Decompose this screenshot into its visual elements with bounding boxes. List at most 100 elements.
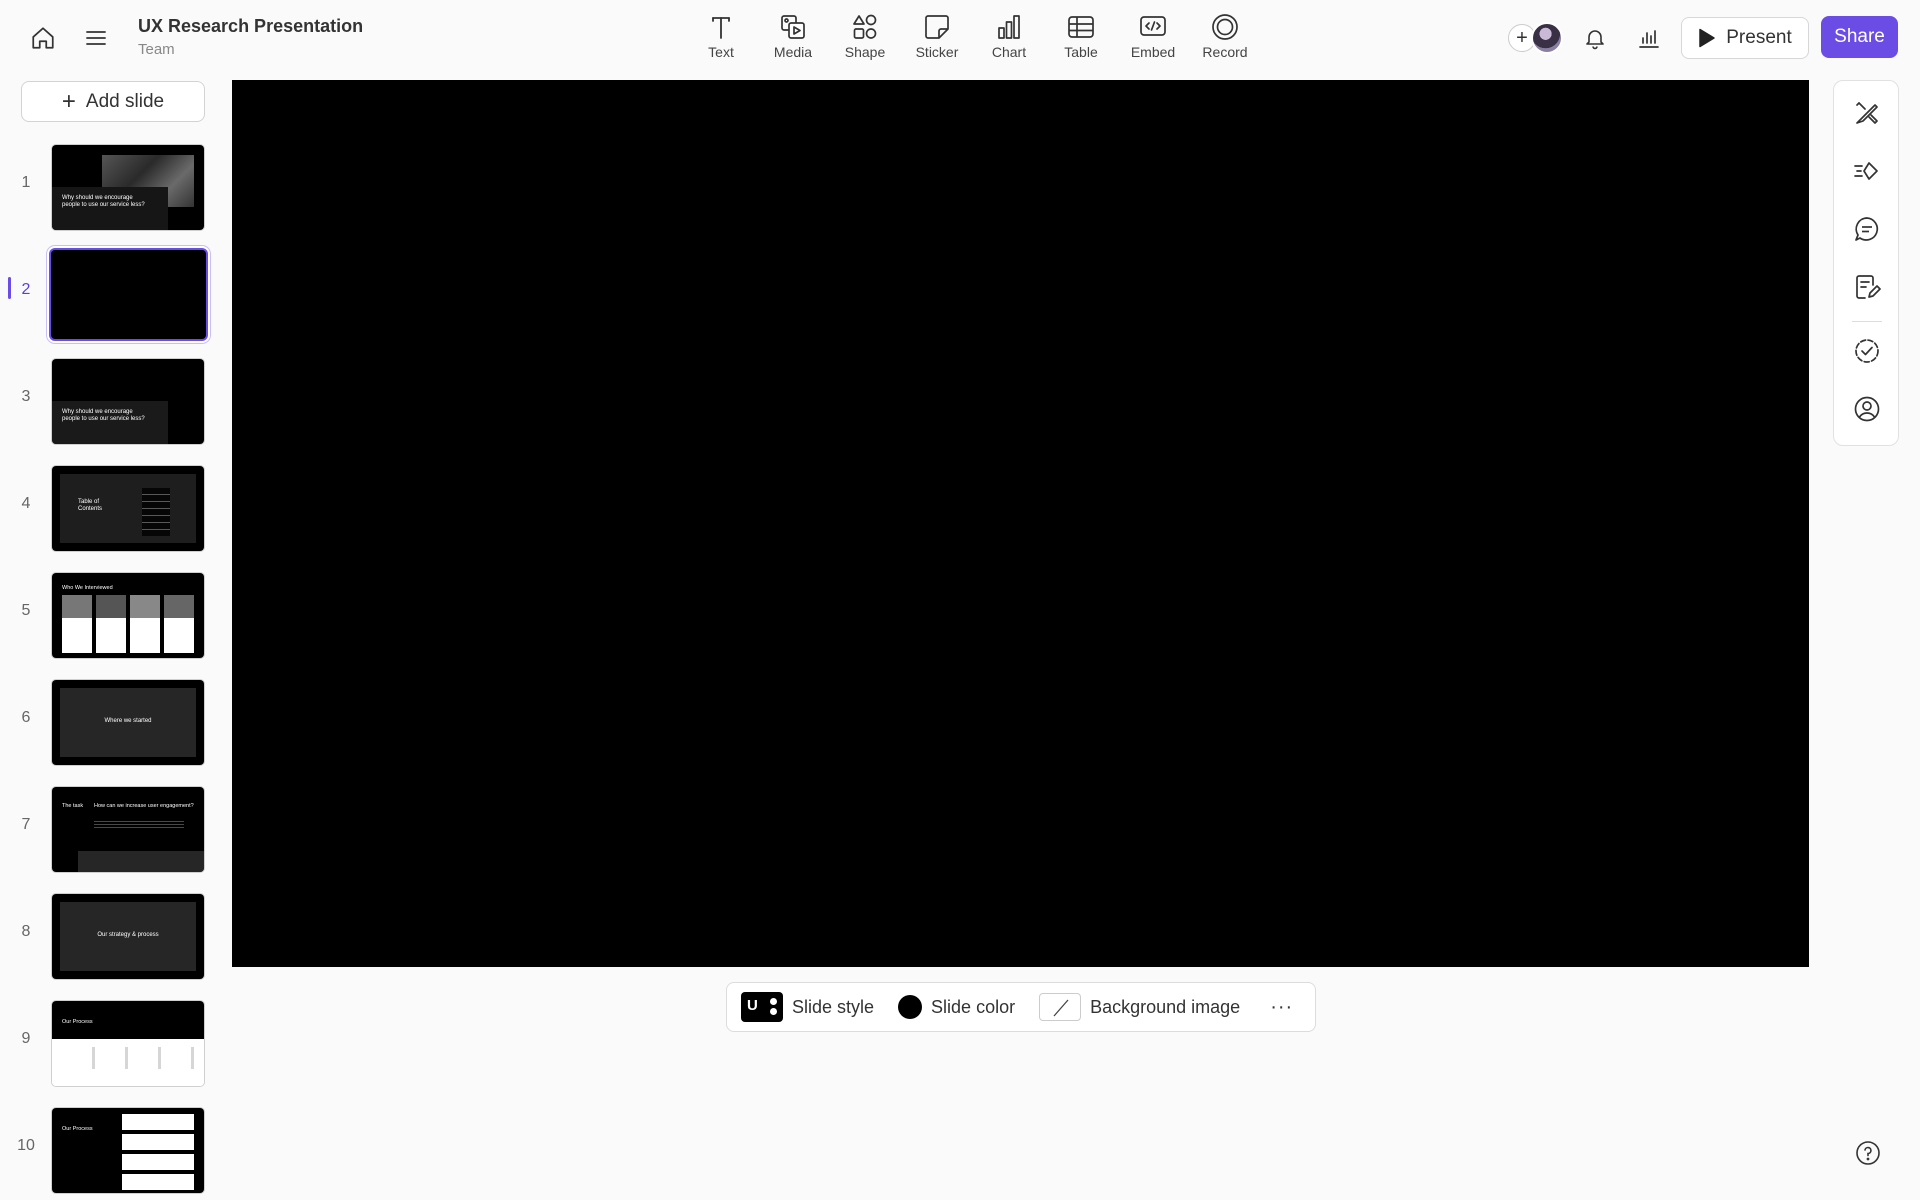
share-button[interactable]: Share [1821, 16, 1898, 58]
slide-title-line: Our strategy & process [97, 932, 159, 938]
slide-number: 9 [21, 1030, 31, 1047]
record-icon [1212, 14, 1238, 40]
slide-number: 8 [21, 923, 31, 940]
workspace-name[interactable]: Team [138, 41, 175, 58]
notes-icon[interactable] [1847, 267, 1887, 307]
table-tool-label: Table [1064, 44, 1098, 60]
menu-icon[interactable] [76, 18, 116, 58]
slide-preview: Our strategy & process [52, 894, 204, 979]
slide-thumbnail[interactable]: 10 Our Process [0, 1103, 220, 1200]
color-swatch-icon [898, 995, 923, 1019]
embed-tool-button[interactable]: Embed [1117, 8, 1189, 68]
shape-tool-button[interactable]: Shape [829, 8, 901, 68]
profile-card [62, 595, 92, 653]
text-icon [712, 17, 730, 39]
sticker-tool-label: Sticker [915, 44, 959, 60]
slide-preview: Our Process [52, 1001, 204, 1086]
slide-canvas[interactable] [232, 80, 1809, 967]
plus-icon: + [61, 87, 76, 115]
chart-tool-button[interactable]: Chart [973, 8, 1045, 68]
slide-title-line: Contents [78, 506, 103, 512]
comment-icon[interactable] [1847, 209, 1887, 249]
slide-thumbnail-active[interactable]: 2 [0, 247, 220, 354]
style-dot [770, 1008, 777, 1015]
profile-icon[interactable] [1847, 389, 1887, 429]
chart-tool-label: Chart [991, 44, 1027, 60]
avatar[interactable] [1531, 22, 1563, 54]
toc-list [142, 488, 170, 536]
body-text [94, 819, 184, 829]
bell-icon[interactable] [1575, 18, 1615, 58]
slide-title-line: The task [62, 803, 84, 809]
top-bar: UX Research Presentation Team Text Media… [0, 0, 1920, 76]
sticker-tool-button[interactable]: Sticker [901, 8, 973, 68]
background-image-button[interactable]: Background image [1039, 993, 1240, 1021]
media-tool-label: Media [773, 44, 813, 60]
analytics-icon[interactable] [1629, 18, 1669, 58]
profile-card [130, 595, 160, 653]
slide-settings-toolbar: U Slide style Slide color Background ima… [726, 982, 1316, 1032]
profile-card [96, 595, 126, 653]
slide-thumbnail[interactable]: 8 Our strategy & process [0, 889, 220, 996]
slide-title-line: Table of [78, 499, 100, 505]
text-tool-label: Text [708, 44, 734, 60]
slide-title-line: How can we increase user engagement? [94, 803, 194, 809]
slide-title-line: Our Process [62, 1019, 93, 1025]
slide-thumbnail[interactable]: 1 Why should we encourage people to use … [0, 140, 220, 247]
help-icon[interactable] [1853, 1138, 1883, 1168]
slide-color-label: Slide color [931, 996, 1016, 1017]
slide-preview: The task How can we increase user engage… [52, 787, 204, 872]
chart-icon [998, 15, 1020, 39]
slide-style-button[interactable]: U Slide style [741, 992, 874, 1022]
slide-preview: Who We Interviewed [52, 573, 204, 658]
slide-thumbnail[interactable]: 9 Our Process [0, 996, 220, 1103]
slide-thumbnail[interactable]: 3 Why should we encourage people to use … [0, 354, 220, 461]
rail-divider [1852, 321, 1882, 322]
embed-tool-label: Embed [1130, 44, 1176, 60]
slide-number: 5 [21, 602, 31, 619]
slide-number: 10 [17, 1137, 35, 1154]
slide-title-line: Our Process [62, 1126, 93, 1132]
slide-number: 6 [21, 709, 31, 726]
slide-preview: Table of Contents [52, 466, 204, 551]
embed-icon [1140, 16, 1166, 36]
design-icon[interactable] [1847, 93, 1887, 133]
review-icon[interactable] [1847, 331, 1887, 371]
profile-card [164, 595, 194, 653]
table-icon [1068, 16, 1094, 38]
slide-number: 1 [21, 174, 31, 191]
media-icon [781, 15, 805, 39]
slide-preview: Our Process [52, 1108, 204, 1193]
slide-thumbnail[interactable]: 4 Table of Contents [0, 461, 220, 568]
table-tool-button[interactable]: Table [1045, 8, 1117, 68]
home-icon[interactable] [23, 18, 63, 58]
document-title[interactable]: UX Research Presentation [138, 16, 363, 37]
present-label: Present [1726, 27, 1792, 48]
slide-style-label: Slide style [792, 996, 875, 1017]
add-slide-button[interactable]: + Add slide [21, 81, 205, 122]
slide-color-button[interactable]: Slide color [898, 995, 1015, 1019]
slide-thumbnail[interactable]: 5 Who We Interviewed [0, 568, 220, 675]
slide-style-badge: U [747, 997, 758, 1014]
background-image-label: Background image [1090, 996, 1241, 1017]
animate-icon[interactable] [1847, 151, 1887, 191]
slide-thumbnail[interactable]: 6 Where we started [0, 675, 220, 782]
style-dot [770, 998, 777, 1005]
record-tool-label: Record [1202, 44, 1248, 60]
slide-thumbnail[interactable]: 7 The task How can we increase user enga… [0, 782, 220, 889]
slide-title-line: Why should we encourage [62, 409, 133, 415]
add-slide-label: Add slide [85, 90, 165, 112]
slide-preview: Where we started [52, 680, 204, 765]
slide-number: 3 [21, 388, 31, 405]
text-tool-button[interactable]: Text [685, 8, 757, 68]
insert-toolbar: Text Media Shape Sticker Chart Table Emb… [685, 8, 1261, 68]
slide-preview [51, 250, 206, 339]
slide-preview: Why should we encourage people to use ou… [52, 359, 204, 444]
slide-title-line: Why should we encourage [62, 195, 133, 201]
present-button[interactable]: Present [1681, 17, 1809, 59]
record-tool-button[interactable]: Record [1189, 8, 1261, 68]
more-options-icon[interactable]: ··· [1270, 996, 1293, 1019]
media-tool-button[interactable]: Media [757, 8, 829, 68]
slide-number: 7 [21, 816, 31, 833]
slide-style-icon: U [741, 992, 783, 1022]
